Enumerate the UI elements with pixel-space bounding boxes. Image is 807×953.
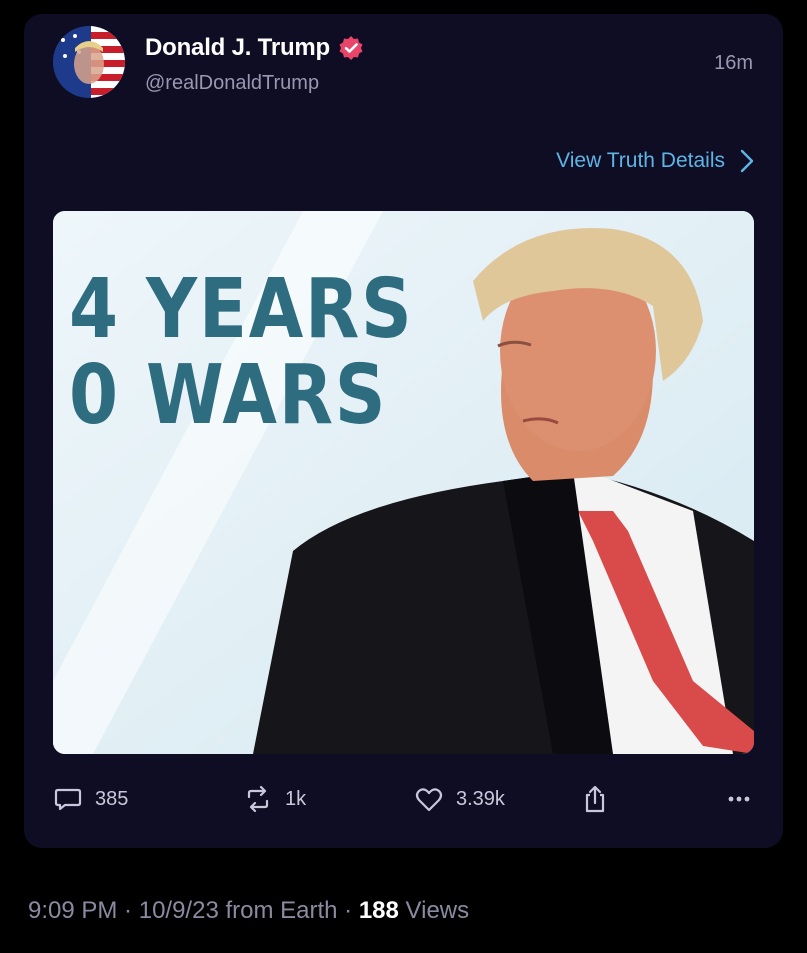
heart-icon (415, 788, 443, 812)
share-button[interactable] (580, 784, 610, 814)
reply-count: 385 (95, 787, 129, 810)
more-options-button[interactable] (724, 784, 754, 814)
like-count: 3.39k (456, 787, 505, 810)
retruth-icon (247, 785, 269, 813)
verified-badge-icon (338, 35, 364, 61)
author-handle[interactable]: @realDonaldTrump (145, 72, 319, 95)
footer-time: 9:09 PM (28, 897, 118, 924)
post-card: Donald J. Trump @realDonaldTrump 16m Vie… (24, 14, 783, 848)
footer-separator: · (337, 897, 359, 924)
author-name[interactable]: Donald J. Trump (145, 34, 330, 62)
post-image[interactable]: 4 YEARS 0 WARS (53, 211, 754, 754)
more-icon (728, 796, 750, 802)
share-icon (585, 785, 605, 813)
retruth-button[interactable]: 1k (243, 784, 306, 814)
post-footer: 9:09 PM · 10/9/23 from Earth · 188 Views (28, 897, 469, 925)
view-truth-details-label: View Truth Details (556, 149, 725, 172)
footer-separator: · (117, 897, 139, 924)
image-headline: 4 YEARS 0 WARS (69, 267, 414, 439)
action-bar: 385 1k 3.39k (53, 784, 754, 820)
author-row: Donald J. Trump (145, 34, 364, 62)
post-time: 16m (714, 52, 753, 74)
headline-line-2: 0 WARS (69, 348, 388, 443)
avatar[interactable] (53, 26, 125, 98)
retruth-count: 1k (285, 787, 307, 810)
view-truth-details-link[interactable]: View Truth Details (556, 148, 755, 174)
like-button[interactable]: 3.39k (414, 784, 505, 814)
headline-line-1: 4 YEARS (69, 262, 414, 357)
footer-date-source: 10/9/23 from Earth (138, 897, 338, 924)
reply-button[interactable]: 385 (53, 784, 128, 814)
views-label: Views (398, 897, 470, 924)
chevron-right-icon (740, 149, 754, 173)
reply-icon (54, 788, 82, 811)
views-count: 188 (358, 897, 399, 924)
